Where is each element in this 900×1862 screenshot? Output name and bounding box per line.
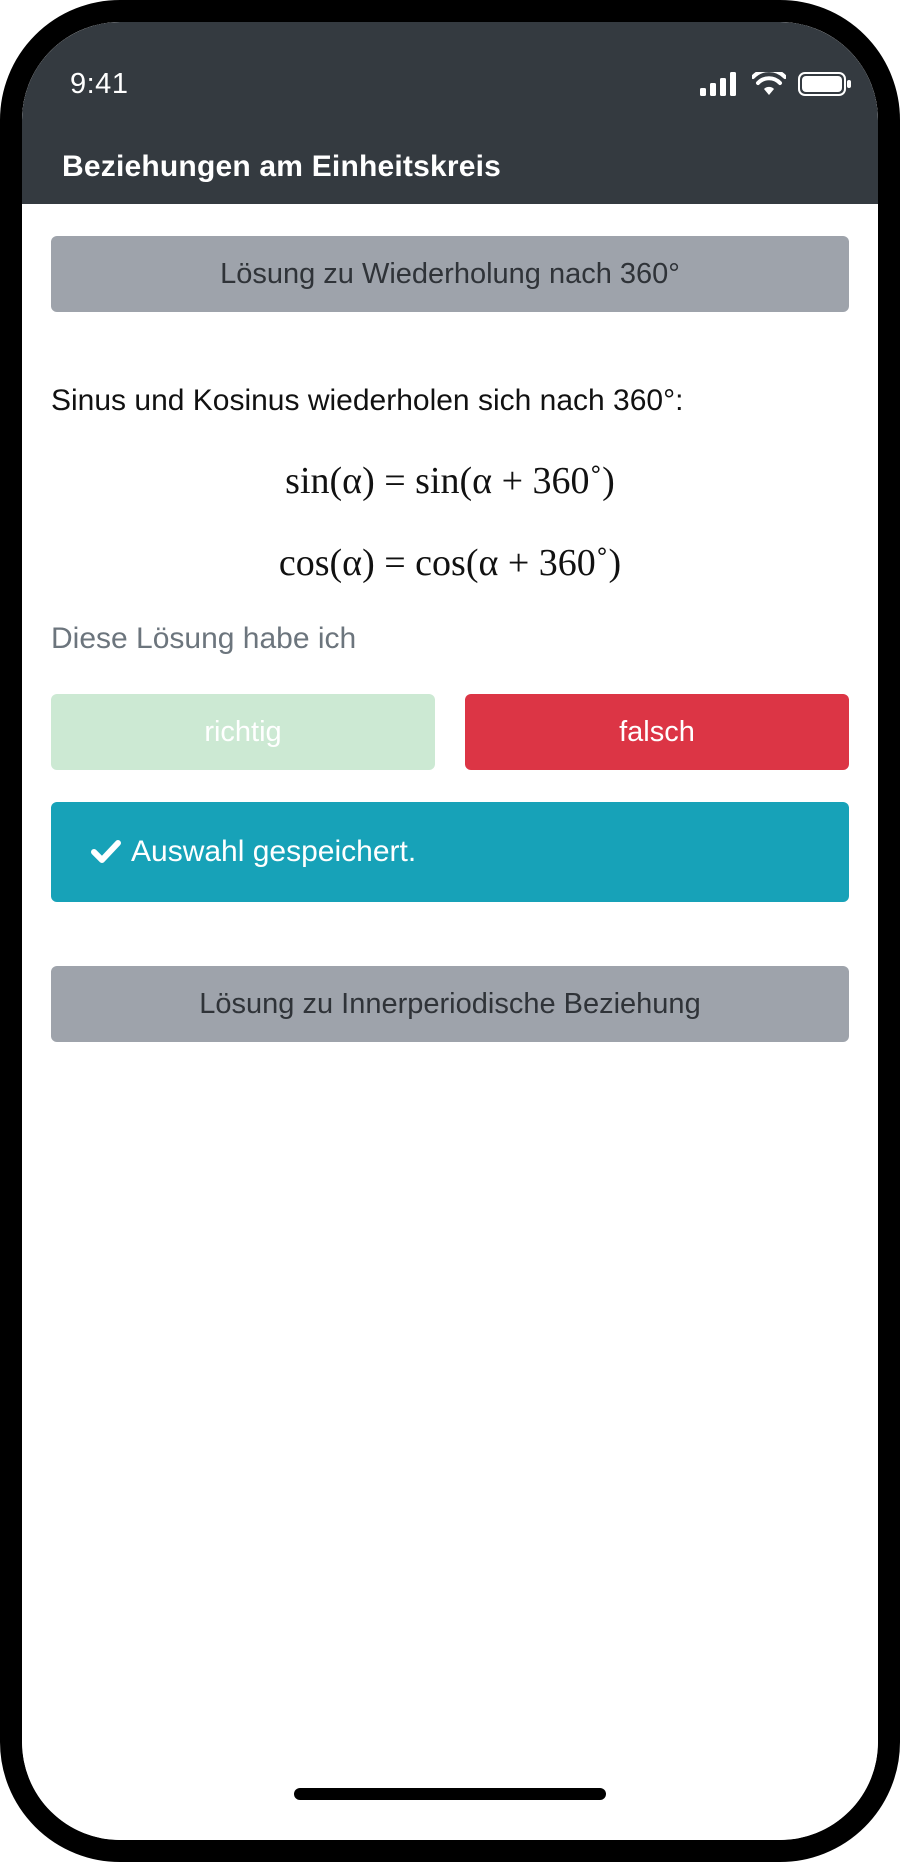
battery-icon <box>798 72 851 96</box>
page-title: Beziehungen am Einheitskreis <box>62 150 502 183</box>
status-time: 9:41 <box>70 68 129 100</box>
solution-toggle-button-innerperiodisch[interactable]: Lösung zu Innerperiodische Beziehung <box>51 966 849 1042</box>
formula-sin: sin(α) = sin(α + 360˚) <box>285 460 615 502</box>
self-assessment-buttons: richtig falsch <box>51 694 849 770</box>
main-content: Lösung zu Wiederholung nach 360° Sinus u… <box>51 236 849 1042</box>
self-assessment-prompt: Diese Lösung habe ich <box>51 622 357 655</box>
app-header: 9:41 Beziehungen am Einheitskreis <box>22 22 878 204</box>
status-bar: 9:41 <box>22 22 878 122</box>
status-icons <box>700 72 852 96</box>
phone-frame: 9:41 Beziehungen am Einheitskreis Lösung… <box>0 0 900 1862</box>
home-indicator[interactable] <box>294 1788 606 1800</box>
saved-alert-message: Auswahl gespeichert. <box>131 835 417 868</box>
wifi-icon <box>752 72 786 95</box>
solution-toggle-button-wiederholung[interactable]: Lösung zu Wiederholung nach 360° <box>51 236 849 312</box>
solution-toggle-label: Lösung zu Wiederholung nach 360° <box>220 257 680 290</box>
check-icon <box>91 840 121 863</box>
wrong-button-label: falsch <box>619 715 695 748</box>
screen: 9:41 Beziehungen am Einheitskreis Lösung… <box>22 22 878 1840</box>
correct-button-label: richtig <box>204 715 282 748</box>
correct-button[interactable]: richtig <box>51 694 435 770</box>
wrong-button[interactable]: falsch <box>465 694 849 770</box>
solution-toggle-label-2: Lösung zu Innerperiodische Beziehung <box>199 987 701 1020</box>
solution-text: Sinus und Kosinus wiederholen sich nach … <box>51 384 684 417</box>
saved-alert: Auswahl gespeichert. <box>51 802 849 902</box>
formula-cos: cos(α) = cos(α + 360˚) <box>278 542 622 584</box>
cellular-signal-icon <box>700 72 736 96</box>
